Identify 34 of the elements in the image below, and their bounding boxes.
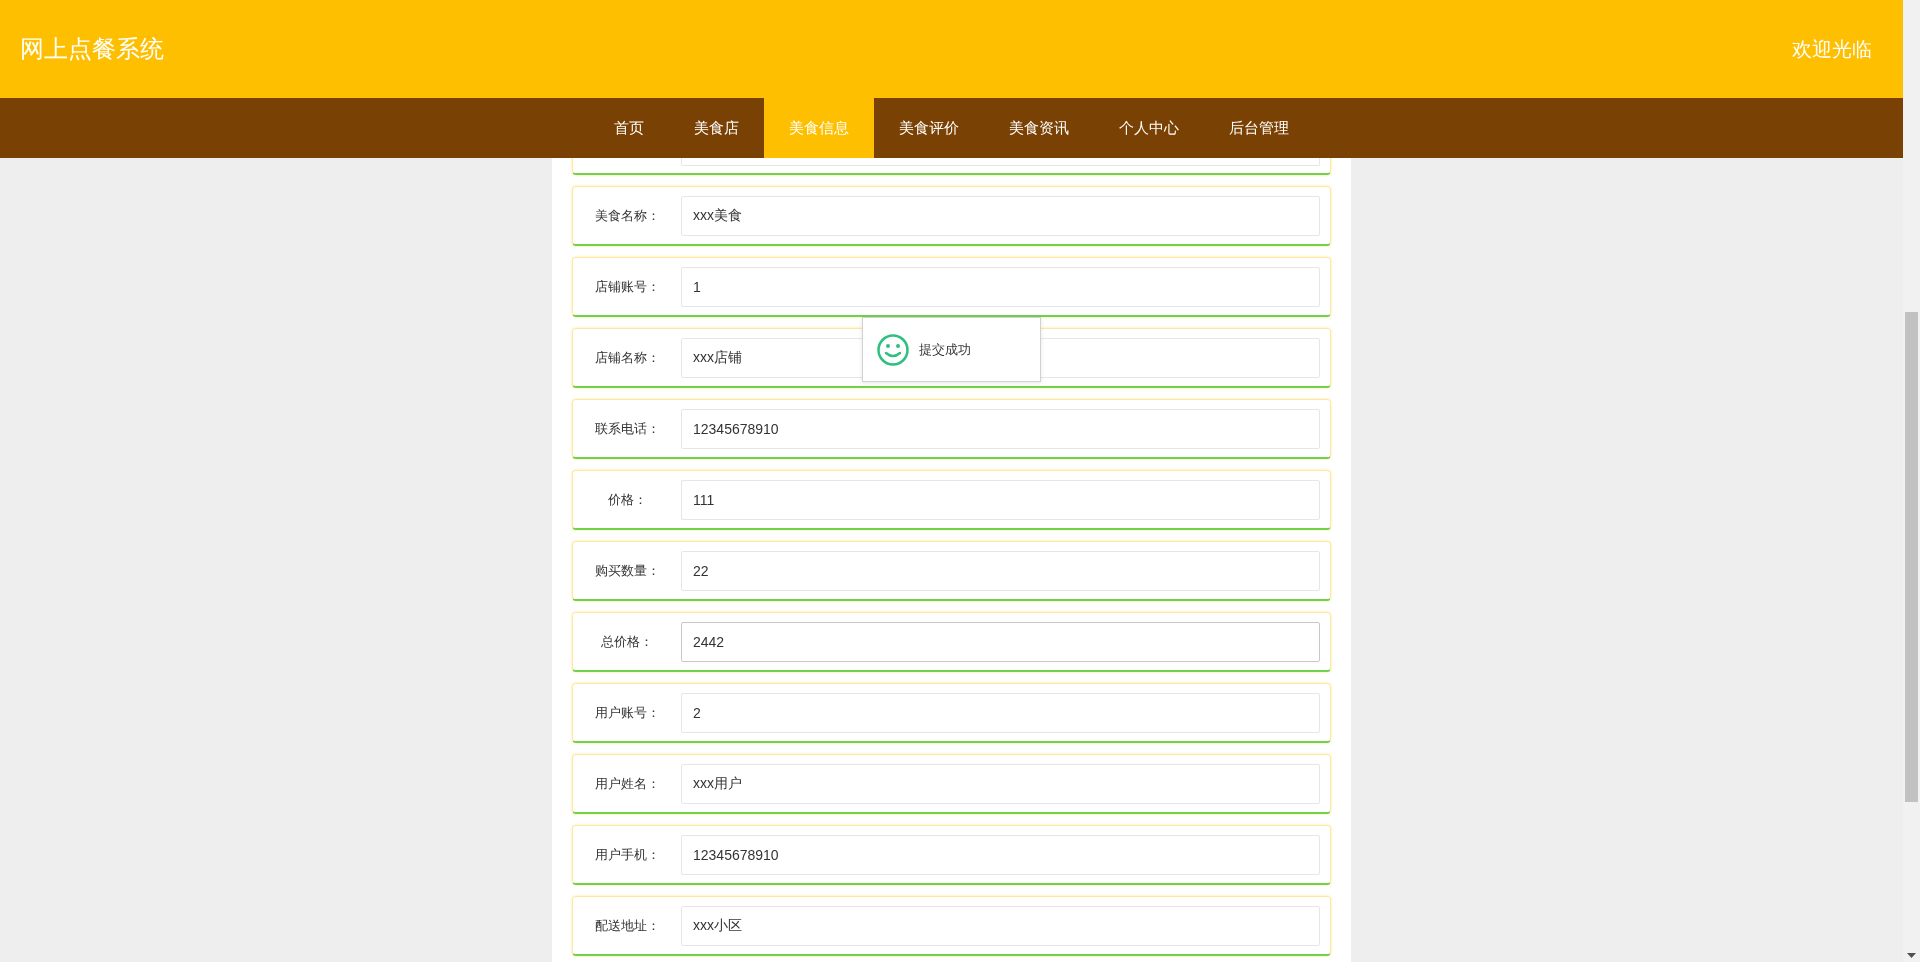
- nav-tab[interactable]: 美食资讯: [984, 98, 1094, 158]
- field-label: 购买数量：: [593, 561, 661, 580]
- toast-message: 提交成功: [919, 340, 971, 359]
- nav-tab[interactable]: 个人中心: [1094, 98, 1204, 158]
- input-field[interactable]: 12345678910: [681, 834, 1320, 875]
- input-field[interactable]: 2442: [681, 621, 1320, 662]
- field-label: 店铺名称：: [593, 348, 661, 367]
- site-title: 网上点餐系统: [20, 34, 164, 64]
- field-label: 用户姓名：: [593, 774, 661, 793]
- input-field[interactable]: 1: [681, 266, 1320, 307]
- field-label: 店铺账号：: [593, 277, 661, 296]
- welcome-text: 欢迎光临: [1792, 37, 1872, 62]
- input-field[interactable]: xxx用户: [681, 763, 1320, 804]
- input-field[interactable]: xxx小区: [681, 905, 1320, 946]
- nav-tab[interactable]: 美食店: [669, 98, 764, 158]
- nav-tab[interactable]: 首页: [589, 98, 669, 158]
- field-label: 用户手机：: [593, 845, 661, 864]
- nav-tab[interactable]: 美食评价: [874, 98, 984, 158]
- field-label: 美食名称：: [593, 206, 661, 225]
- input-field[interactable]: 12345678910: [681, 408, 1320, 449]
- field-label: 价格：: [606, 490, 648, 509]
- scrollbar-thumb[interactable]: [1905, 312, 1918, 802]
- input-field[interactable]: [681, 158, 1320, 166]
- scroll-down-icon[interactable]: [1907, 953, 1916, 958]
- smiley-icon: [877, 333, 909, 366]
- input-field[interactable]: 111: [681, 479, 1320, 520]
- field-label: 用户账号：: [593, 703, 661, 722]
- input-field[interactable]: 2: [681, 692, 1320, 733]
- field-label: 总价格：: [600, 632, 654, 651]
- field-label: 联系电话：: [593, 419, 661, 438]
- input-field[interactable]: 22: [681, 550, 1320, 591]
- nav-tab[interactable]: 后台管理: [1204, 98, 1314, 158]
- field-label: 配送地址：: [593, 916, 661, 935]
- input-field[interactable]: xxx美食: [681, 195, 1320, 236]
